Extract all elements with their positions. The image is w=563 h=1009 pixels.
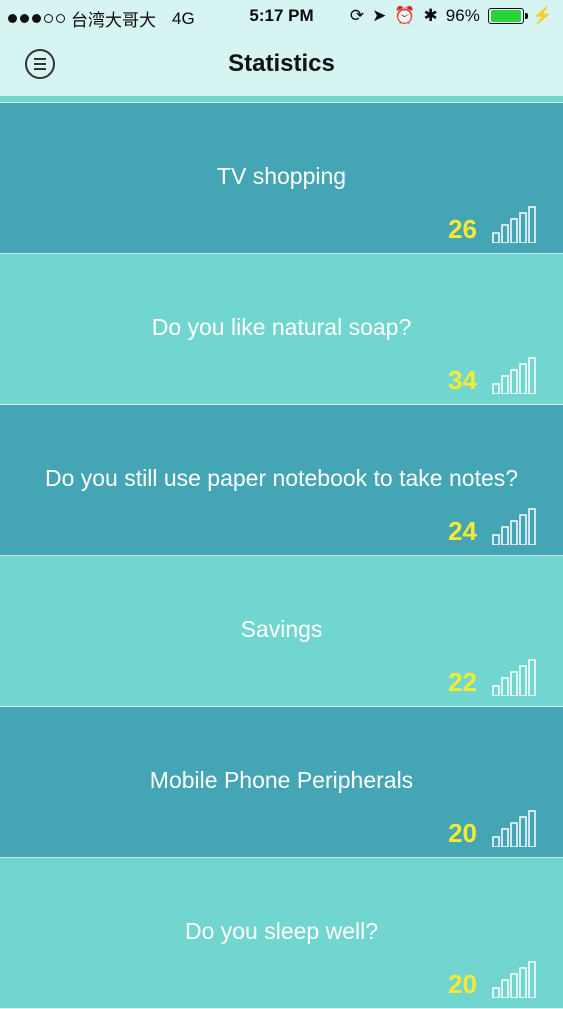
charging-icon: ⚡ [531,6,553,25]
row-question: TV shopping [216,163,347,189]
alarm-icon: ⏰ [394,6,416,25]
battery-icon [487,8,528,24]
stats-row[interactable]: TV shopping 26 [0,103,563,254]
row-count: 26 [448,214,477,244]
location-icon: ➤ [372,6,387,25]
list-top-strip [0,96,563,103]
stats-row[interactable]: Do you like natural soap? 34 [0,254,563,405]
stats-row[interactable]: Do you sleep well? 20 [0,858,563,1009]
status-bar: 台湾大哥大 4G 5:17 PM ⟳ ➤ ⏰ ✱ 96% ⚡ [0,0,563,32]
rotation-lock-icon: ⟳ [349,6,365,25]
bluetooth-icon: ✱ [423,6,438,25]
row-count: 20 [448,818,477,848]
stats-row[interactable]: Do you still use paper notebook to take … [0,405,563,556]
row-count: 34 [448,365,477,395]
battery-percent: 96% [445,6,480,25]
nav-bar: Statistics [0,32,563,97]
bar-chart-icon[interactable] [491,809,539,847]
status-right: ⟳ ➤ ⏰ ✱ 96% ⚡ [350,6,553,26]
stats-row[interactable]: Mobile Phone Peripherals 20 [0,707,563,858]
bar-chart-icon[interactable] [491,205,539,243]
stats-list: TV shopping 26 Do you like natural soap?… [0,103,563,1009]
stats-row[interactable]: Savings 22 [0,556,563,707]
bar-chart-icon[interactable] [491,658,539,696]
row-question: Savings [240,616,323,642]
bar-chart-icon[interactable] [491,356,539,394]
row-question: Mobile Phone Peripherals [149,767,414,793]
row-question: Do you still use paper notebook to take … [44,465,519,491]
row-count: 24 [448,516,477,546]
row-count: 20 [448,969,477,999]
row-question: Do you like natural soap? [151,314,412,340]
page-title: Statistics [228,50,335,77]
bar-chart-icon[interactable] [491,507,539,545]
row-question: Do you sleep well? [184,918,379,944]
bar-chart-icon[interactable] [491,960,539,998]
row-count: 22 [448,667,477,697]
